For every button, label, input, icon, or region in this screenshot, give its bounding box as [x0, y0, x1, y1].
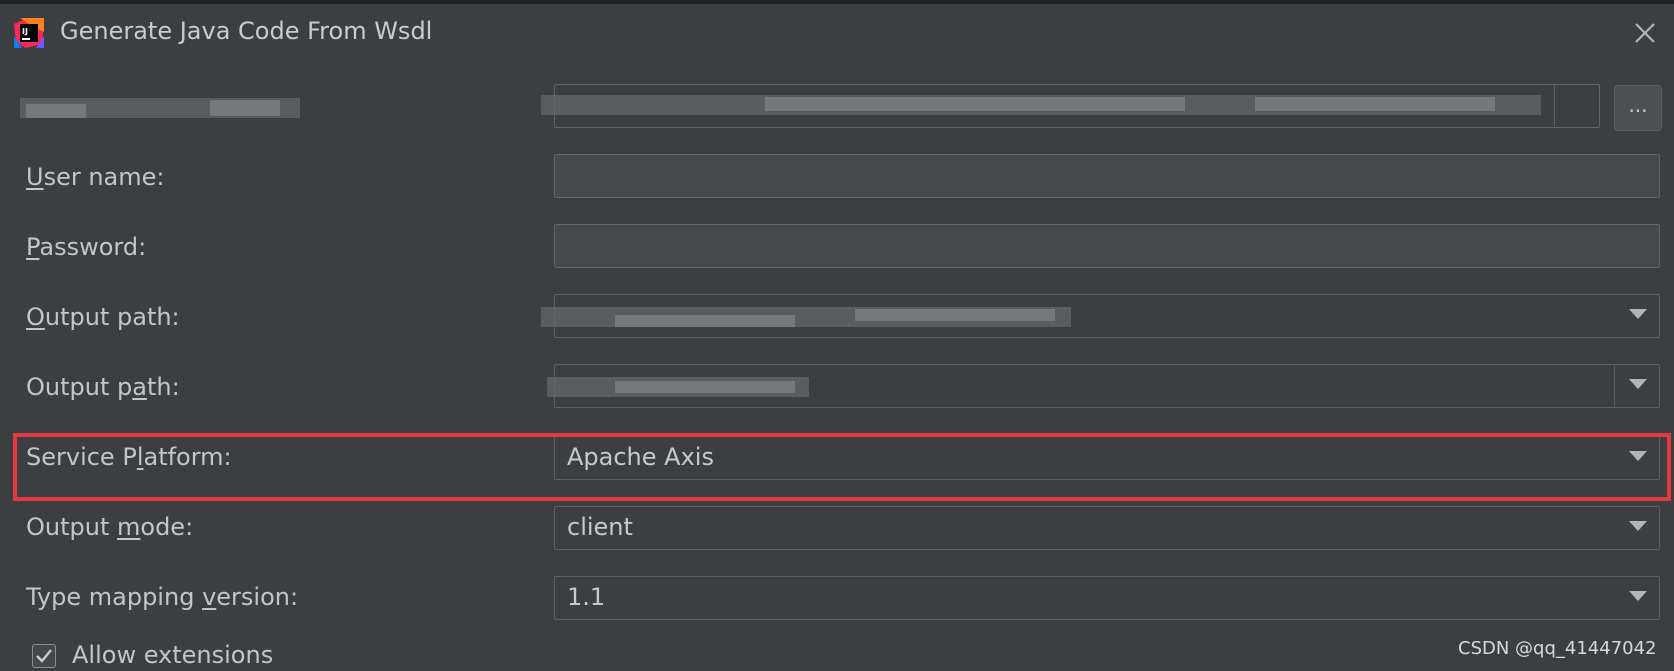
browse-button[interactable]: ...: [1614, 85, 1662, 131]
wsdl-url-combo[interactable]: [541, 84, 1600, 128]
service-platform-label: Service Platform:: [26, 443, 232, 471]
chevron-down-icon: [1629, 309, 1647, 319]
watermark: CSDN @qq_41447042: [1458, 638, 1657, 659]
service-platform-combo[interactable]: Apache Axis: [554, 436, 1660, 480]
type-mapping-version-label: Type mapping version:: [26, 583, 299, 611]
output-mode-value: client: [567, 513, 633, 541]
chevron-down-icon: [1629, 591, 1647, 601]
service-platform-value: Apache Axis: [567, 443, 714, 471]
output-mode-label: Output mode:: [26, 513, 194, 541]
intellij-idea-icon: IJ: [14, 18, 44, 48]
user-name-label: User name:: [26, 163, 165, 191]
wsdl-url-dropdown[interactable]: [1554, 85, 1599, 126]
close-icon[interactable]: [1628, 16, 1662, 50]
type-mapping-version-combo[interactable]: 1.1: [554, 576, 1660, 620]
chevron-down-icon: [1629, 379, 1647, 389]
user-name-field[interactable]: [554, 154, 1660, 198]
output-mode-combo[interactable]: client: [554, 506, 1660, 550]
password-label: Password:: [26, 233, 147, 261]
allow-extensions-checkbox[interactable]: [32, 644, 56, 668]
svg-text:IJ: IJ: [22, 27, 28, 36]
output-path-label: Output path:: [26, 303, 180, 331]
chevron-down-icon: [1629, 521, 1647, 531]
check-icon: [36, 649, 52, 663]
output-path-2-dropdown-button[interactable]: [1614, 365, 1659, 406]
chevron-down-icon: [1629, 451, 1647, 461]
window-title: Generate Java Code From Wsdl: [60, 17, 433, 45]
allow-extensions-label: Allow extensions: [72, 641, 274, 669]
output-path-combo[interactable]: [541, 294, 1660, 338]
password-field[interactable]: [554, 224, 1660, 268]
output-path-2-combo[interactable]: [547, 364, 1660, 408]
type-mapping-version-value: 1.1: [567, 583, 606, 611]
output-path-2-label: Output path:: [26, 373, 180, 401]
title-bar: IJ Generate Java Code From Wsdl: [0, 4, 1674, 62]
